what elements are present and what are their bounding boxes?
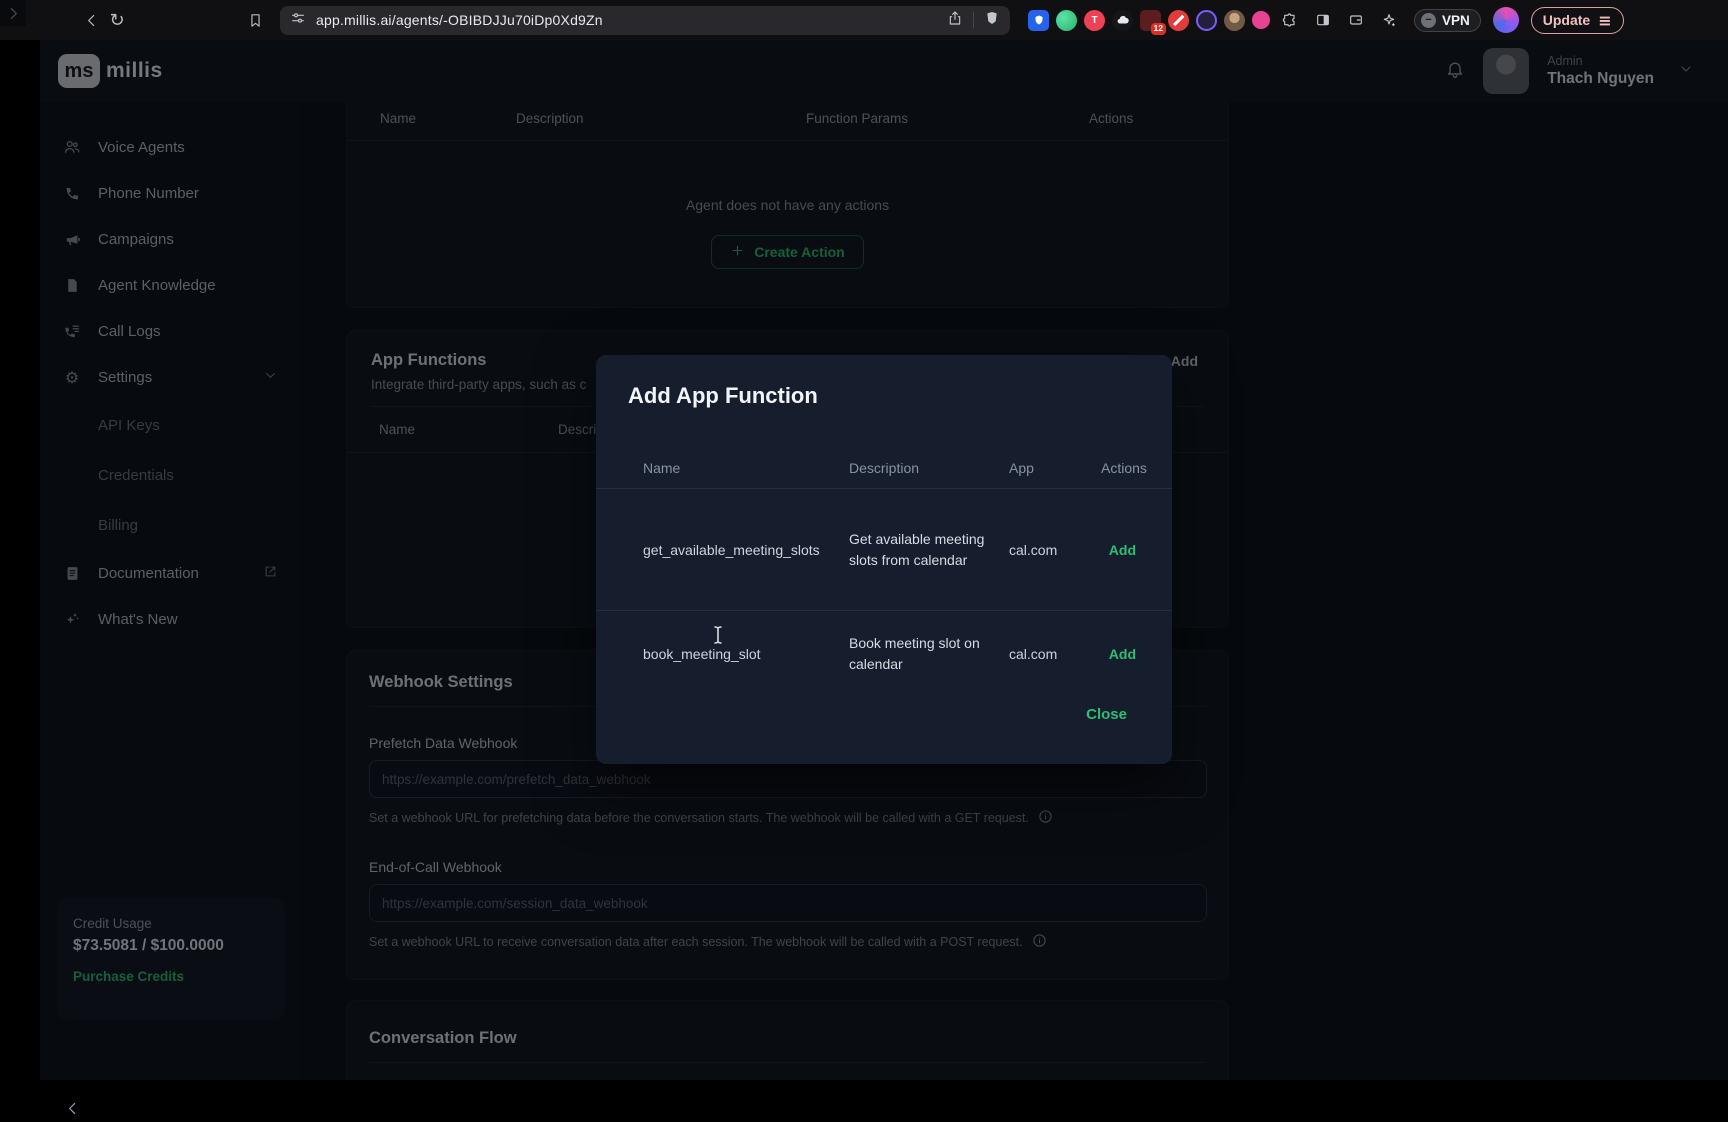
add-function-button[interactable]: Add (1101, 542, 1136, 558)
wallet-icon[interactable] (1343, 7, 1369, 33)
extensions-row: T 12 (1028, 7, 1402, 33)
table-row: get_available_meeting_slots Get availabl… (596, 489, 1172, 611)
puzzle-icon[interactable] (1277, 7, 1303, 33)
forward-icon[interactable] (0, 0, 26, 26)
url-text[interactable]: app.millis.ai/agents/-OBIBDJJu70iDp0Xd9Z… (316, 12, 937, 28)
divider (973, 12, 974, 28)
reload-icon[interactable]: ↻ (104, 7, 130, 33)
extension-pink-icon[interactable] (1252, 11, 1270, 29)
extension-badge: 12 (1151, 23, 1166, 34)
share-icon[interactable] (947, 10, 963, 31)
browser-profile-avatar[interactable] (1493, 7, 1519, 33)
vpn-label: VPN (1442, 13, 1470, 28)
modal-table-header: Name Description App Actions (596, 447, 1172, 489)
extension-purple-icon[interactable] (1196, 10, 1217, 31)
address-bar[interactable]: app.millis.ai/agents/-OBIBDJJu70iDp0Xd9Z… (280, 6, 1010, 35)
vpn-icon: − (1421, 13, 1436, 28)
update-button[interactable]: Update ≡ (1531, 7, 1624, 34)
bookmark-icon[interactable] (242, 7, 268, 33)
sidebar-panel-icon[interactable] (1310, 7, 1336, 33)
column-app: App (1009, 460, 1101, 476)
column-name: Name (643, 460, 849, 476)
function-app: cal.com (1009, 646, 1101, 662)
extension-red-icon[interactable]: T (1084, 10, 1105, 31)
function-name: get_available_meeting_slots (643, 542, 849, 558)
function-app: cal.com (1009, 542, 1101, 558)
extension-cloud-icon[interactable] (1112, 10, 1133, 31)
site-settings-icon[interactable] (290, 10, 306, 31)
extension-badge-icon[interactable]: 12 (1140, 10, 1161, 31)
add-function-button[interactable]: Add (1101, 646, 1136, 662)
modal-title: Add App Function (596, 383, 1172, 409)
sidebar-collapse-icon[interactable] (64, 1100, 81, 1122)
extension-avatar-icon[interactable] (1224, 10, 1245, 31)
close-button[interactable]: Close (1086, 706, 1127, 723)
text-cursor (712, 625, 724, 650)
function-description: Get available meeting slots from calenda… (849, 529, 1009, 571)
column-actions: Actions (1101, 460, 1147, 476)
browser-chrome: ↻ app.millis.ai/agents/-OBIBDJJu70iDp0Xd… (0, 0, 1728, 40)
extension-shield-icon[interactable] (1028, 10, 1049, 31)
extension-adblock-icon[interactable] (1168, 10, 1189, 31)
leo-sparkle-icon[interactable] (1376, 7, 1402, 33)
modal-table: Name Description App Actions get_availab… (596, 447, 1172, 697)
function-name: book_meeting_slot (643, 646, 849, 662)
millis-app: ms millis Admin Thach Nguyen Voice Ag (40, 40, 1728, 1080)
extension-green-icon[interactable] (1056, 10, 1077, 31)
menu-icon: ≡ (1598, 11, 1611, 30)
add-app-function-modal: Add App Function Name Description App Ac… (596, 355, 1172, 764)
vpn-button[interactable]: − VPN (1414, 9, 1481, 32)
update-label: Update (1543, 12, 1590, 28)
function-description: Book meeting slot on calendar (849, 633, 1009, 675)
table-row: book_meeting_slot Book meeting slot on c… (596, 611, 1172, 697)
back-icon[interactable] (78, 7, 104, 33)
brave-shield-icon[interactable] (984, 10, 1000, 31)
column-description: Description (849, 460, 1009, 476)
